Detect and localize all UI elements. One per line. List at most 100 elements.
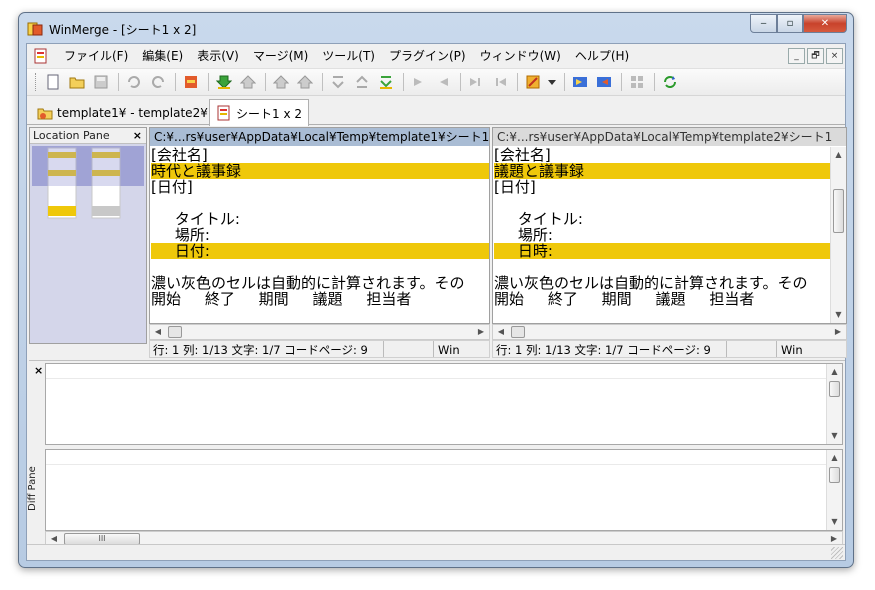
text-line[interactable]: [日付] <box>494 179 830 195</box>
text-line[interactable]: 濃い灰色のセルは自動的に計算されます。その <box>494 275 830 291</box>
merge-left-icon <box>597 77 611 87</box>
tools-button[interactable] <box>522 71 544 93</box>
copy-right-advance-button[interactable] <box>465 71 487 93</box>
undo-icon <box>128 76 140 88</box>
grid-button[interactable] <box>626 71 648 93</box>
mdi-restore-button[interactable]: 🗗 <box>807 48 824 64</box>
text-line[interactable]: タイトル: <box>151 211 489 227</box>
refresh-button[interactable] <box>659 71 681 93</box>
menu-file[interactable]: ファイル(F) <box>57 46 135 66</box>
close-button[interactable]: ✕ <box>803 14 847 33</box>
menu-view[interactable]: 表示(V) <box>190 46 246 66</box>
last-diff-button[interactable] <box>327 71 349 93</box>
scroll-thumb[interactable] <box>511 326 525 338</box>
location-pane-title: Location Pane <box>30 128 146 144</box>
text-line[interactable]: [会社名] <box>494 147 830 163</box>
scroll-thumb[interactable] <box>833 189 844 233</box>
text-line[interactable]: 開始 終了 期間 議題 担当者 <box>494 291 830 307</box>
menu-plugins[interactable]: プラグイン(P) <box>382 46 473 66</box>
text-line-diff[interactable]: 日付: <box>151 243 489 259</box>
maximize-button[interactable]: ▫ <box>777 14 803 33</box>
tab-folder-compare[interactable]: template1¥ - template2¥ <box>31 100 214 125</box>
prev-diff-button[interactable] <box>237 71 259 93</box>
toolbar-grip[interactable] <box>35 73 38 91</box>
scroll-thumb[interactable] <box>829 381 840 397</box>
options-button[interactable] <box>180 71 202 93</box>
menu-merge[interactable]: マージ(M) <box>246 46 315 66</box>
arrow-down-green-icon <box>216 75 232 89</box>
right-vertical-scrollbar[interactable]: ▲ ▼ <box>830 147 846 323</box>
location-map[interactable] <box>32 146 144 342</box>
copy-left-button[interactable] <box>432 71 454 93</box>
diff-left-vertical-scrollbar[interactable]: ▲ ▼ <box>826 364 842 444</box>
next-conflict-button[interactable] <box>375 71 397 93</box>
menu-edit[interactable]: 編集(E) <box>135 46 190 66</box>
text-line[interactable]: 場所: <box>494 227 830 243</box>
scroll-right-icon[interactable]: ▶ <box>474 325 488 339</box>
text-line[interactable]: 濃い灰色のセルは自動的に計算されます。その <box>151 275 489 291</box>
text-line[interactable]: タイトル: <box>494 211 830 227</box>
scroll-right-icon[interactable]: ▶ <box>831 325 845 339</box>
mdi-minimize-button[interactable]: _ <box>788 48 805 64</box>
title-bar[interactable]: WinMerge - [シート1 x 2] ‒ ▫ ✕ <box>19 13 853 43</box>
menu-tools[interactable]: ツール(T) <box>315 46 382 66</box>
text-line-diff[interactable]: 日時: <box>494 243 830 259</box>
text-line[interactable]: 開始 終了 期間 議題 担当者 <box>151 291 489 307</box>
right-lines[interactable]: [会社名] 議題と議事録 [日付] タイトル: 場所: 日時: 濃い灰色のセルは… <box>494 147 830 307</box>
text-line-diff[interactable]: 時代と議事録 <box>151 163 489 179</box>
diff-right-vertical-scrollbar[interactable]: ▲ ▼ <box>826 450 842 530</box>
diff-detail-right[interactable]: ▲ ▼ <box>45 449 843 531</box>
new-button[interactable] <box>42 71 64 93</box>
merge-right-button[interactable] <box>569 71 591 93</box>
left-file-pane[interactable]: C:¥...rs¥user¥AppData¥Local¥Temp¥templat… <box>149 127 490 324</box>
text-line[interactable] <box>494 195 830 211</box>
merge-left-button[interactable] <box>593 71 615 93</box>
scroll-down-icon[interactable]: ▼ <box>827 514 842 530</box>
save-button[interactable] <box>90 71 112 93</box>
right-file-pane[interactable]: C:¥...rs¥user¥AppData¥Local¥Temp¥templat… <box>492 127 847 324</box>
open-button[interactable] <box>66 71 88 93</box>
scroll-up-icon[interactable]: ▲ <box>827 364 842 380</box>
location-pane[interactable]: Location Pane × <box>29 127 147 344</box>
scroll-thumb[interactable] <box>168 326 182 338</box>
document-icon[interactable] <box>33 48 49 64</box>
minimize-button[interactable]: ‒ <box>750 14 777 33</box>
scroll-left-icon[interactable]: ◀ <box>151 325 165 339</box>
copy-left-advance-button[interactable] <box>489 71 511 93</box>
scroll-up-icon[interactable]: ▲ <box>831 147 846 163</box>
undo-button[interactable] <box>123 71 145 93</box>
text-line[interactable] <box>151 195 489 211</box>
toolbar-separator <box>175 73 176 91</box>
text-line-diff[interactable]: 議題と議事録 <box>494 163 830 179</box>
text-line[interactable] <box>494 259 830 275</box>
text-line[interactable]: [日付] <box>151 179 489 195</box>
left-horizontal-scrollbar[interactable]: ◀ ▶ <box>149 324 490 340</box>
tab-sheet-compare[interactable]: シート1 x 2 <box>209 99 310 126</box>
tools-dropdown[interactable] <box>546 71 558 93</box>
redo-button[interactable] <box>147 71 169 93</box>
copy-right-button[interactable] <box>408 71 430 93</box>
resize-grip-icon[interactable] <box>831 547 843 559</box>
diff-pane-close-icon[interactable]: × <box>34 364 43 377</box>
text-line[interactable]: [会社名] <box>151 147 489 163</box>
diff-detail-left[interactable]: ▲ ▼ <box>45 363 843 445</box>
location-pane-close-icon[interactable]: × <box>133 129 142 142</box>
scroll-down-icon[interactable]: ▼ <box>827 428 842 444</box>
scroll-thumb[interactable] <box>829 467 840 483</box>
diff-pane: × Diff Pane ▲ ▼ ▲ ▼ ◀ III ▶ <box>27 360 845 550</box>
next-diff-button[interactable] <box>213 71 235 93</box>
text-line[interactable]: 場所: <box>151 227 489 243</box>
right-horizontal-scrollbar[interactable]: ◀ ▶ <box>492 324 847 340</box>
text-line[interactable] <box>151 259 489 275</box>
left-lines[interactable]: [会社名] 時代と議事録 [日付] タイトル: 場所: 日付: 濃い灰色のセルは… <box>151 147 489 307</box>
chevron-down-icon <box>548 80 556 85</box>
scroll-up-icon[interactable]: ▲ <box>827 450 842 466</box>
scroll-left-icon[interactable]: ◀ <box>494 325 508 339</box>
menu-help[interactable]: ヘルプ(H) <box>568 46 636 66</box>
current-diff-button[interactable] <box>294 71 316 93</box>
mdi-close-button[interactable]: × <box>826 48 843 64</box>
menu-window[interactable]: ウィンドウ(W) <box>473 46 568 66</box>
scroll-down-icon[interactable]: ▼ <box>831 307 846 323</box>
prev-conflict-button[interactable] <box>351 71 373 93</box>
first-diff-button[interactable] <box>270 71 292 93</box>
